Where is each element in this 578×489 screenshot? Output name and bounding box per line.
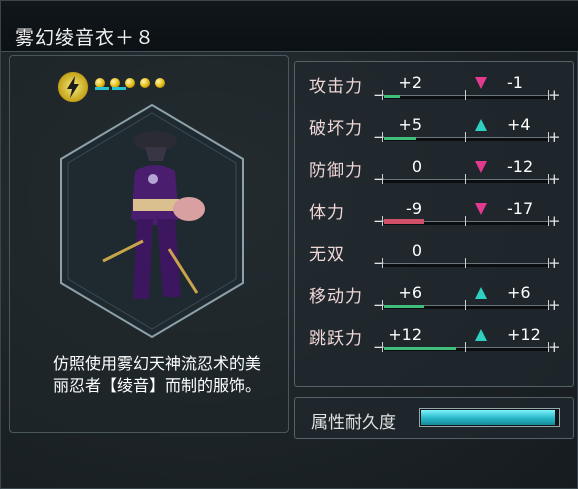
stat-base-value: +6 [398,283,422,302]
stat-row: 防御力 0 -12− + [295,154,573,190]
stat-bar-tick [382,342,383,352]
stat-label: 体力 [309,203,345,223]
stat-bar-fill [384,95,400,98]
stat-delta-value: -1 [507,73,523,92]
plus-icon: + [548,212,561,230]
stat-label: 防御力 [309,161,363,181]
arrow-up-icon [475,119,487,131]
stat-bar-fill [384,347,456,350]
item-description: 仿照使用雾幻天神流忍术的美丽忍者【绫音】而制的服饰。 [53,354,262,395]
durability-fill [421,410,555,425]
power-mini-bars [95,87,175,91]
title-bar: 雾幻绫音衣＋８ [1,1,578,52]
stat-delta-value: +12 [507,325,541,344]
mini-bar [112,87,126,90]
arrow-up-icon [475,329,487,341]
stat-label: 移动力 [309,287,363,307]
stat-bar-tick [382,132,383,142]
stat-bar-tick [382,258,383,268]
plus-icon: + [548,86,561,104]
arrow-up-icon [475,287,487,299]
stat-bar-fill [384,305,424,308]
stat-bar-tick [465,216,466,226]
arrow-down-icon [475,161,487,173]
stats-panel: 攻击力 +2 -1− + 破坏力 +5 +4− + 防御力 0 -12− + 体力 -9 -17− + 无双 0−… [294,61,574,387]
stat-delta-value: -12 [507,157,534,176]
stat-base-value: +12 [388,325,422,344]
item-image-hexagon [57,101,247,345]
durability-label: 属性耐久度 [311,413,396,433]
stat-base-value: 0 [411,157,422,176]
stat-bar-tick [465,174,466,184]
stat-bar-tick [465,258,466,268]
arrow-down-icon [475,203,487,215]
mini-bar [95,87,109,90]
stat-bar-tick [382,300,383,310]
stat-row: 体力 -9 -17− + [295,196,573,232]
stat-base-value: +5 [398,115,422,134]
stat-base-value: +2 [398,73,422,92]
plus-icon: + [548,296,561,314]
stat-delta-value: +4 [507,115,531,134]
durability-bar [419,408,560,427]
stat-label: 跳跃力 [309,329,363,349]
stat-label: 攻击力 [309,77,363,97]
stat-bar-tick [382,174,383,184]
stat-bar-tick [382,90,383,100]
stat-bar-fill [384,137,416,140]
plus-icon: + [548,338,561,356]
stat-delta-value: +6 [507,283,531,302]
stat-bar-tick [465,342,466,352]
stat-row: 无双 0− + [295,238,573,274]
item-title: 雾幻绫音衣＋８ [15,27,156,49]
stat-bar-tick [465,300,466,310]
stat-bar-fill [384,219,424,224]
durability-panel: 属性耐久度 [294,397,574,439]
stat-label: 破坏力 [309,119,363,139]
stat-row: 移动力 +6 +6− + [295,280,573,316]
stat-label: 无双 [309,245,345,265]
stat-delta-value: -17 [507,199,534,218]
stat-row: 破坏力 +5 +4− + [295,112,573,148]
stat-base-value: -9 [406,199,422,218]
stat-bar-tick [465,90,466,100]
stat-row: 攻击力 +2 -1− + [295,70,573,106]
stat-base-value: 0 [411,241,422,260]
plus-icon: + [548,128,561,146]
stat-bar-tick [465,132,466,142]
plus-icon: + [548,170,561,188]
plus-icon: + [548,254,561,272]
stat-row: 跳跃力 +12 +12− + [295,322,573,358]
item-tooltip: 雾幻绫音衣＋８ 仿照使用雾幻天神流忍术的美丽忍者【绫音】而制的服饰。 攻击力 +… [0,0,578,489]
arrow-down-icon [475,77,487,89]
lightning-icon [57,71,89,103]
stat-bar-tick [382,216,383,226]
